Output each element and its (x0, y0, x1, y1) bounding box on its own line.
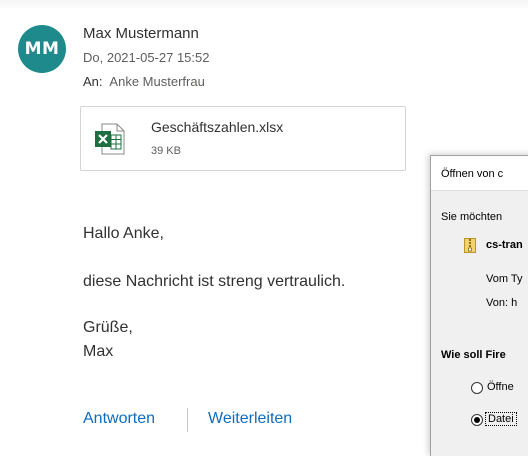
dialog-intro-text: Sie möchten (441, 211, 503, 223)
sent-date: Do, 2021-05-27 15:52 (83, 50, 210, 65)
dialog-question: Wie soll Fire (441, 349, 506, 361)
body-greeting: Hallo Anke, (83, 225, 164, 242)
avatar-initials: MM (24, 39, 60, 59)
save-file-radio[interactable] (471, 414, 483, 426)
attachment-filename: Geschäftszahlen.xlsx (151, 119, 284, 135)
dialog-filename: cs-tran (486, 239, 523, 251)
open-with-option[interactable]: Öffne (487, 381, 514, 393)
recipient-name[interactable]: Anke Musterfrau (109, 74, 204, 89)
forward-link[interactable]: Weiterleiten (208, 410, 292, 428)
zip-archive-icon (464, 238, 476, 253)
save-file-option[interactable]: Datei (485, 412, 517, 426)
excel-file-icon (95, 123, 125, 155)
body-line: diese Nachricht ist streng vertraulich. (83, 273, 346, 290)
dialog-file-source: Von: h (486, 297, 518, 309)
download-dialog: Öffnen von c Sie möchten cs-tran Vom Ty … (430, 155, 528, 456)
body-closing: Grüße, (83, 319, 133, 336)
attachment-size: 39 KB (151, 145, 181, 157)
open-with-radio[interactable] (471, 382, 483, 394)
reply-link[interactable]: Antworten (83, 410, 155, 428)
action-separator (187, 408, 188, 432)
sender-name[interactable]: Max Mustermann (83, 25, 199, 42)
dialog-titlebar[interactable]: Öffnen von c (431, 156, 528, 191)
sender-avatar[interactable]: MM (18, 25, 66, 73)
to-label: An: (83, 74, 103, 89)
recipient-row: An: Anke Musterfrau (83, 74, 205, 89)
dialog-file-type: Vom Ty (486, 273, 523, 285)
attachment-card[interactable]: Geschäftszahlen.xlsx 39 KB (80, 106, 406, 171)
body-signature: Max (83, 343, 114, 360)
dialog-title: Öffnen von c (441, 168, 504, 180)
header-shadow (0, 0, 528, 10)
